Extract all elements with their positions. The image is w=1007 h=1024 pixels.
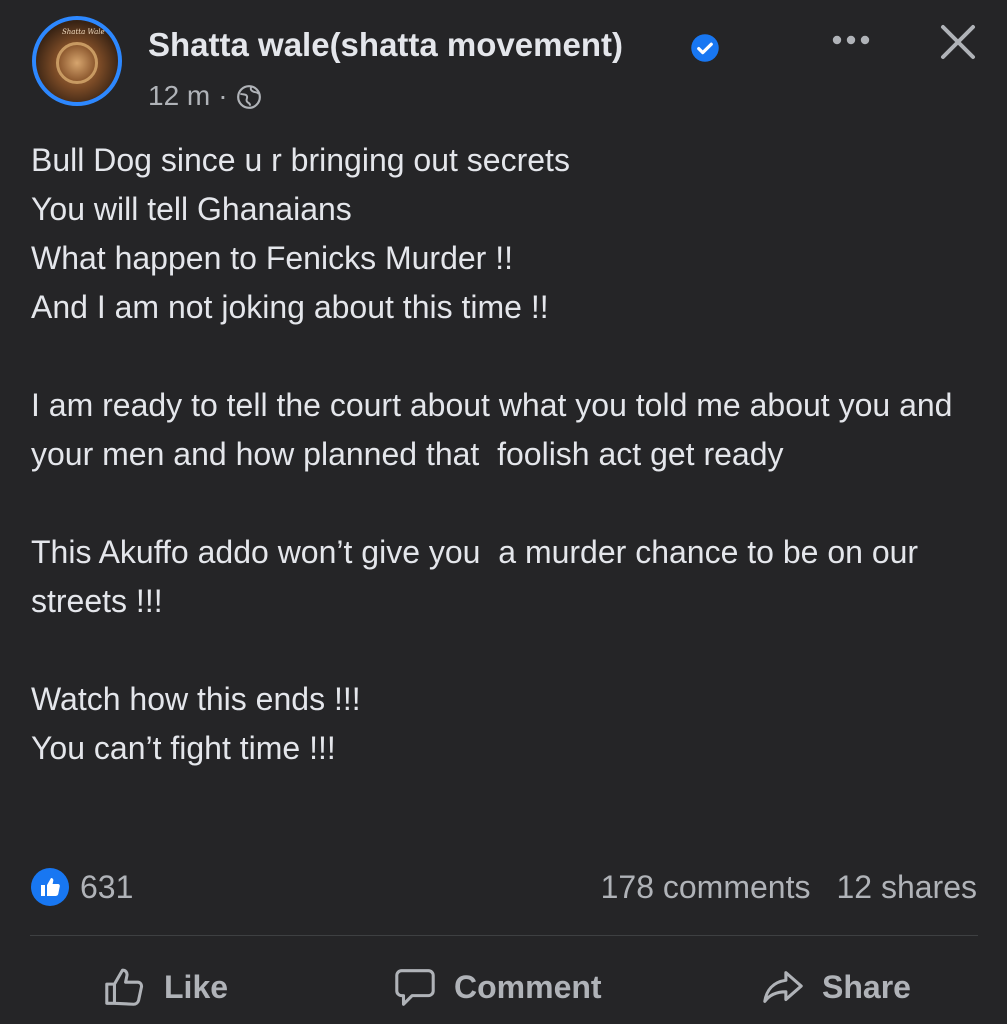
comment-count[interactable]: 178 comments bbox=[601, 869, 811, 906]
post-header: Shatta Wale Shatta wale(shatta movement)… bbox=[0, 0, 1007, 130]
globe-icon bbox=[236, 85, 261, 109]
comment-label: Comment bbox=[454, 968, 602, 1005]
post-time[interactable]: 12 m bbox=[148, 80, 210, 112]
divider bbox=[30, 935, 978, 936]
share-button[interactable]: Share bbox=[760, 960, 911, 1014]
like-label: Like bbox=[164, 968, 229, 1005]
like-button[interactable]: Like bbox=[102, 960, 228, 1014]
avatar-logo-text: Shatta Wale bbox=[62, 28, 105, 36]
post-stats: 631 178 comments 12 shares bbox=[0, 862, 1007, 918]
comment-icon bbox=[395, 969, 435, 1006]
close-icon[interactable] bbox=[936, 20, 980, 64]
avatar-emblem bbox=[56, 42, 98, 84]
like-icon bbox=[105, 968, 144, 1006]
author-name[interactable]: Shatta wale(shatta movement) bbox=[148, 26, 623, 64]
verified-badge-icon bbox=[691, 34, 719, 62]
engagement-counts: 178 comments 12 shares bbox=[601, 869, 977, 906]
action-bar: Like Comment Share bbox=[0, 950, 1007, 1024]
share-icon bbox=[763, 971, 803, 1003]
like-reaction-icon[interactable] bbox=[31, 868, 69, 906]
post-meta: 12 m · bbox=[148, 80, 262, 112]
more-options-button[interactable] bbox=[826, 22, 876, 58]
like-count[interactable]: 631 bbox=[80, 869, 133, 906]
comment-button[interactable]: Comment bbox=[392, 960, 602, 1014]
share-label: Share bbox=[822, 968, 911, 1005]
more-options-icon bbox=[832, 35, 870, 45]
share-count[interactable]: 12 shares bbox=[836, 869, 977, 906]
author-avatar[interactable]: Shatta Wale bbox=[32, 16, 122, 106]
post-text: Bull Dog since u r bringing out secrets … bbox=[31, 142, 953, 766]
thumbs-up-icon bbox=[41, 878, 60, 896]
meta-separator: · bbox=[218, 80, 228, 111]
